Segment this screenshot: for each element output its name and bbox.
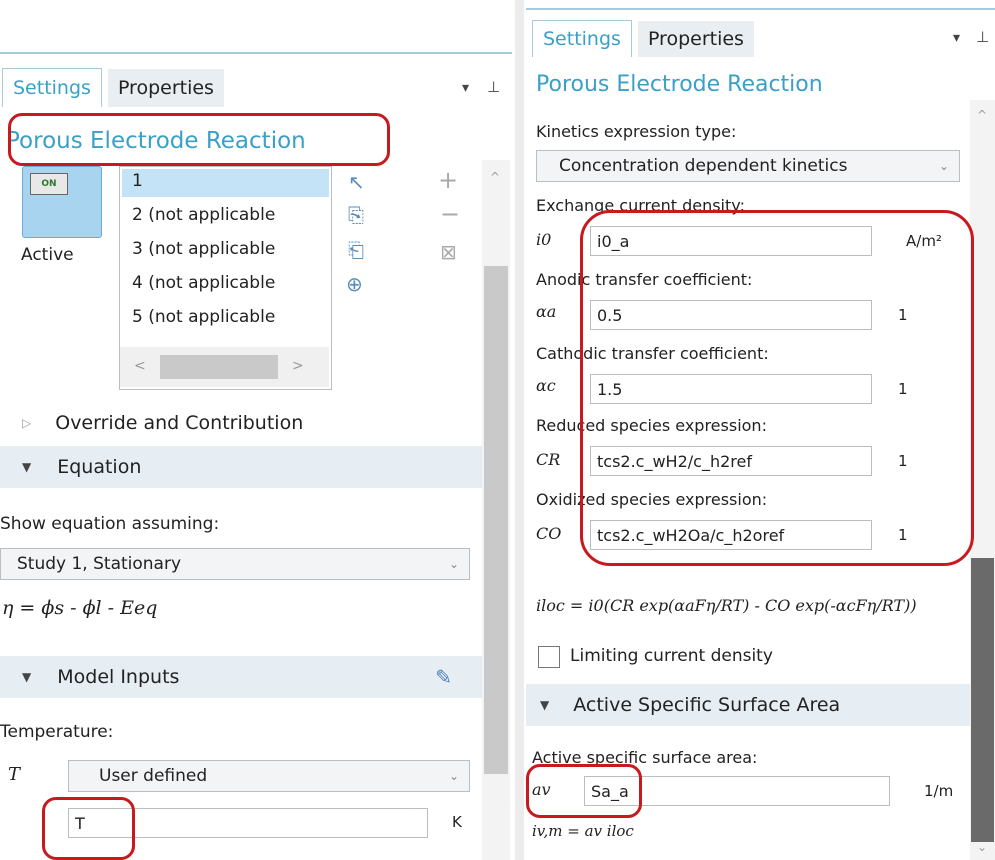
chevron-down-icon[interactable]: ▾ xyxy=(462,80,469,96)
page-title: Porous Electrode Reaction xyxy=(536,72,823,97)
list-item[interactable]: 1 xyxy=(132,171,143,191)
tab-properties[interactable]: Properties xyxy=(107,69,224,107)
kinetics-select[interactable]: Concentration dependent kinetics ⌄ xyxy=(536,150,960,182)
active-toggle[interactable]: ON xyxy=(22,166,102,238)
kinetics-label: Kinetics expression type: xyxy=(536,122,737,141)
chevron-down-icon: ▼ xyxy=(540,698,550,712)
list-item[interactable]: 3 (not applicable xyxy=(132,239,275,259)
temperature-label: Temperature: xyxy=(0,722,114,742)
scroll-right-icon[interactable]: > xyxy=(292,358,304,374)
highlight-asa xyxy=(526,764,642,818)
right-settings-panel: Settings Properties ▾ ⊥ Porous Electrode… xyxy=(526,0,995,860)
co-symbol: CO xyxy=(536,524,562,543)
chevron-down-icon: ▼ xyxy=(22,460,32,474)
on-switch-icon: ON xyxy=(30,173,68,195)
list-item[interactable]: 5 (not applicable xyxy=(132,307,275,327)
panel-divider[interactable] xyxy=(515,0,524,860)
section-label: Override and Contribution xyxy=(55,412,304,434)
zoom-selection-icon[interactable]: ⊕ xyxy=(346,272,363,296)
panel-top-border xyxy=(526,8,995,10)
limiting-current-checkbox[interactable] xyxy=(538,646,560,668)
list-item[interactable]: 2 (not applicable xyxy=(132,205,275,225)
list-item[interactable]: 4 (not applicable xyxy=(132,273,275,293)
temperature-unit: K xyxy=(452,813,462,831)
chevron-down-icon: ⌄ xyxy=(938,159,949,173)
alpha-c-symbol: αc xyxy=(536,376,556,395)
section-override-contribution[interactable]: ▷ Override and Contribution xyxy=(0,402,482,444)
show-equation-label: Show equation assuming: xyxy=(0,514,220,534)
scroll-down-icon[interactable]: ⌄ xyxy=(977,840,987,854)
active-label: Active xyxy=(21,245,74,265)
alpha-a-symbol: αa xyxy=(536,302,557,321)
remove-icon[interactable]: − xyxy=(440,200,460,228)
tab-properties[interactable]: Properties xyxy=(637,21,754,57)
paste-selection-icon[interactable]: ↖ xyxy=(348,170,365,194)
tab-settings[interactable]: Settings xyxy=(2,68,102,107)
tab-settings[interactable]: Settings xyxy=(532,20,632,57)
section-model-inputs[interactable]: ▼ Model Inputs ✎ xyxy=(0,656,482,698)
temperature-symbol: T xyxy=(8,764,21,785)
add-icon[interactable]: + xyxy=(438,166,458,194)
section-label: Active Specific Surface Area xyxy=(573,694,841,716)
study-select[interactable]: Study 1, Stationary ⌄ xyxy=(0,548,470,580)
volumetric-current-equation: iv,m = av iloc xyxy=(532,822,634,840)
chevron-down-icon: ⌄ xyxy=(448,769,459,783)
highlight-title xyxy=(8,113,390,166)
scrollbar-thumb[interactable] xyxy=(971,558,994,842)
i0-symbol: i0 xyxy=(536,230,552,249)
paste-icon[interactable]: ⎗ xyxy=(348,238,364,262)
scroll-up-icon[interactable]: ^ xyxy=(977,108,987,122)
pin-icon[interactable]: ⊥ xyxy=(976,28,989,46)
asa-unit: 1/m xyxy=(924,782,954,800)
chevron-down-icon[interactable]: ▾ xyxy=(953,30,960,46)
selection-list[interactable]: 1 2 (not applicable 3 (not applicable 4 … xyxy=(119,166,332,390)
copy-icon[interactable]: ⎘ xyxy=(348,203,364,227)
section-equation[interactable]: ▼ Equation xyxy=(0,446,482,488)
left-settings-panel: Settings Properties ▾ ⊥ Porous Electrode… xyxy=(0,0,512,860)
temperature-mode-select[interactable]: User defined ⌄ xyxy=(68,760,470,792)
scrollbar-thumb[interactable] xyxy=(484,266,508,774)
section-active-surface-area[interactable]: ▼ Active Specific Surface Area xyxy=(526,684,970,726)
edit-table-icon[interactable]: ✎ xyxy=(435,665,452,689)
selected-row-highlight xyxy=(122,169,329,197)
limiting-current-label: Limiting current density xyxy=(570,646,773,666)
panel-top-border xyxy=(0,52,512,54)
pin-icon[interactable]: ⊥ xyxy=(487,78,500,96)
horizontal-scrollbar[interactable]: < > xyxy=(120,347,329,387)
section-label: Model Inputs xyxy=(57,666,180,688)
rate-equation-display: iloc = i0(CR exp(αaFη/RT) - CO exp(-αcFη… xyxy=(536,596,917,615)
scroll-left-icon[interactable]: < xyxy=(134,358,146,374)
chevron-right-icon: ▷ xyxy=(22,416,32,430)
clear-selection-icon[interactable]: ⊠ xyxy=(440,240,457,264)
equation-display: η = ϕs - ϕl - Eeq xyxy=(2,597,158,619)
highlight-parameters xyxy=(580,210,974,566)
chevron-down-icon: ⌄ xyxy=(448,557,459,571)
scrollbar-thumb[interactable] xyxy=(160,355,278,379)
cr-symbol: CR xyxy=(536,450,561,469)
scroll-up-icon[interactable]: ^ xyxy=(490,170,500,184)
highlight-temperature xyxy=(42,797,135,860)
section-label: Equation xyxy=(57,456,142,478)
vertical-scrollbar[interactable]: ^ xyxy=(482,160,510,860)
chevron-down-icon: ▼ xyxy=(22,670,32,684)
